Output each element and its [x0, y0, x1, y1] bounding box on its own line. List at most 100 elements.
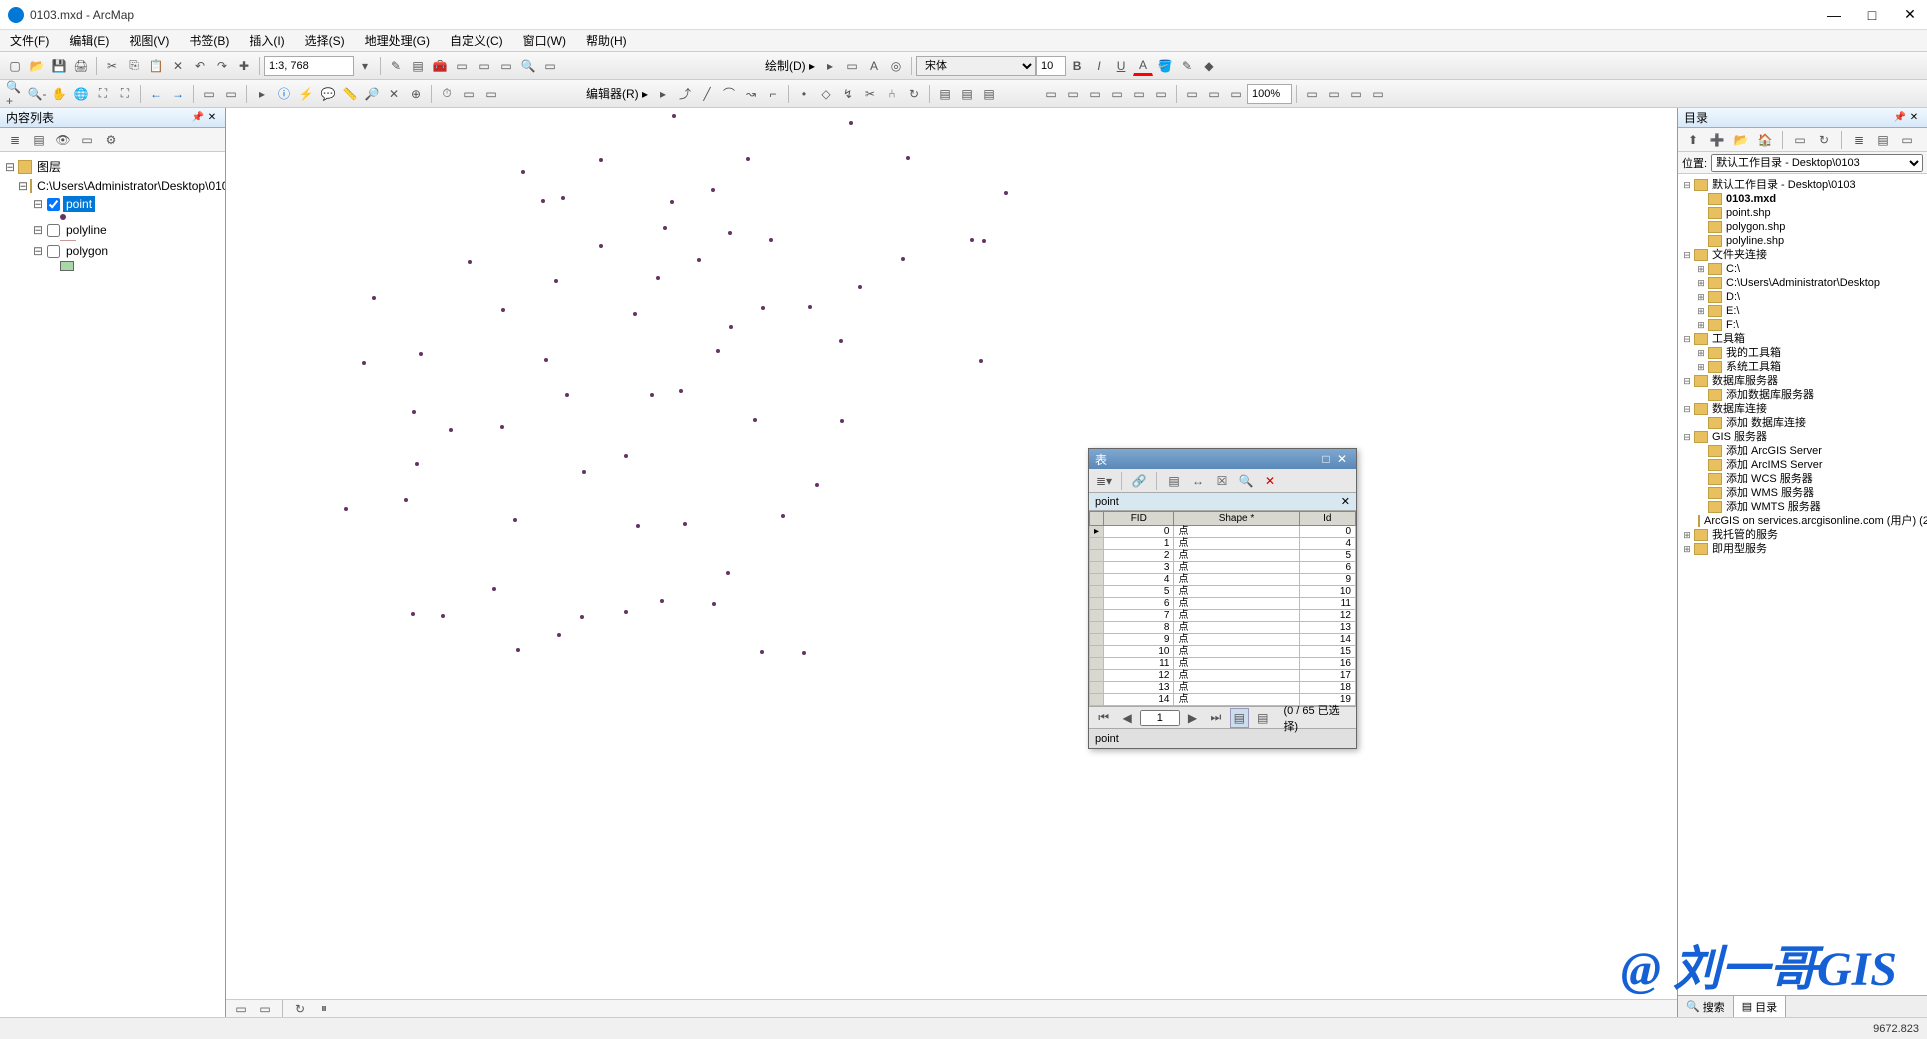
georef-icon[interactable]: ▭	[1085, 84, 1105, 104]
copy-icon[interactable]: ⎘	[124, 56, 144, 76]
table-row[interactable]: 11点16	[1090, 658, 1356, 670]
bold-button[interactable]: B	[1067, 56, 1087, 76]
split-icon[interactable]: ⑃	[882, 84, 902, 104]
toc-close-icon[interactable]: ✕	[205, 111, 219, 125]
table-row[interactable]: 4点9	[1090, 574, 1356, 586]
data-driven-icon[interactable]: ▭	[1302, 84, 1322, 104]
expand-toggle-icon[interactable]: ⊞	[1696, 262, 1706, 276]
table-row[interactable]: 12点17	[1090, 670, 1356, 682]
select-by-attributes-icon[interactable]: ▤	[1164, 471, 1184, 491]
point-icon[interactable]: •	[794, 84, 814, 104]
map-point[interactable]	[906, 156, 910, 160]
map-point[interactable]	[663, 226, 667, 230]
menu-view[interactable]: 视图(V)	[125, 30, 173, 51]
list-by-source-icon[interactable]: ▤	[29, 130, 49, 150]
catalog-node[interactable]: 添加 数据库连接	[1682, 416, 1923, 430]
menu-selection[interactable]: 选择(S)	[301, 30, 349, 51]
map-point[interactable]	[541, 199, 545, 203]
catalog-tree[interactable]: ⊟默认工作目录 - Desktop\01030103.mxdpoint.shpp…	[1678, 174, 1927, 995]
catalog-pin-icon[interactable]: 📌	[1893, 111, 1907, 125]
expand-toggle-icon[interactable]: ⊟	[1682, 248, 1692, 262]
table-row[interactable]: 5点10	[1090, 586, 1356, 598]
catalog-node[interactable]: ArcGIS on services.arcgisonline.com (用户)…	[1682, 514, 1923, 528]
catalog-node[interactable]: 添加 WCS 服务器	[1682, 472, 1923, 486]
current-record-input[interactable]	[1140, 710, 1180, 726]
table-row[interactable]: 9点14	[1090, 634, 1356, 646]
redo-icon[interactable]: ↷	[212, 56, 232, 76]
options-icon[interactable]: ⚙	[101, 130, 121, 150]
up-icon[interactable]: ⬆	[1683, 130, 1703, 150]
next-record-icon[interactable]: ▶	[1183, 708, 1202, 728]
menu-insert[interactable]: 插入(I)	[245, 30, 288, 51]
close-button[interactable]: ✕	[1901, 6, 1919, 24]
map-point[interactable]	[521, 170, 525, 174]
map-point[interactable]	[580, 615, 584, 619]
catalog-node[interactable]: 添加 ArcIMS Server	[1682, 458, 1923, 472]
map-point[interactable]	[516, 648, 520, 652]
menu-bookmarks[interactable]: 书签(B)	[185, 30, 233, 51]
toolbox-icon[interactable]: 🧰	[430, 56, 450, 76]
font-color-icon[interactable]: A	[1133, 56, 1153, 76]
draw-toolbar-label[interactable]: 绘制(D) ▸	[765, 57, 815, 74]
map-point[interactable]	[344, 507, 348, 511]
expand-toggle-icon[interactable]: ⊞	[1696, 290, 1706, 304]
map-point[interactable]	[979, 359, 983, 363]
georef-icon[interactable]: ▭	[1129, 84, 1149, 104]
map-point[interactable]	[557, 633, 561, 637]
menu-customize[interactable]: 自定义(C)	[446, 30, 507, 51]
font-size-input[interactable]	[1036, 56, 1066, 76]
catalog-node[interactable]: 添加 WMTS 服务器	[1682, 500, 1923, 514]
menu-geoprocessing[interactable]: 地理处理(G)	[361, 30, 434, 51]
list-by-visibility-icon[interactable]: 👁	[53, 130, 73, 150]
map-point[interactable]	[970, 238, 974, 242]
text-icon[interactable]: A	[864, 56, 884, 76]
menu-windows[interactable]: 窗口(W)	[519, 30, 570, 51]
map-point[interactable]	[599, 244, 603, 248]
catalog-tab-catalog[interactable]: ▤ 目录	[1734, 996, 1786, 1017]
table-row[interactable]: 8点13	[1090, 622, 1356, 634]
catalog-node[interactable]: ⊞C:\	[1682, 262, 1923, 276]
line-color-icon[interactable]: ✎	[1177, 56, 1197, 76]
tree-view-icon[interactable]: ≣	[1849, 130, 1869, 150]
expand-toggle-icon[interactable]: ⊞	[1696, 276, 1706, 290]
cut-polygons-icon[interactable]: ✂	[860, 84, 880, 104]
georef-icon[interactable]: ▭	[1107, 84, 1127, 104]
open-icon[interactable]: 📂	[27, 56, 47, 76]
last-record-icon[interactable]: ⏭	[1206, 708, 1225, 728]
table-row[interactable]: 1点4	[1090, 538, 1356, 550]
undo-icon[interactable]: ↶	[190, 56, 210, 76]
map-point[interactable]	[544, 358, 548, 362]
layer-label[interactable]: point	[63, 196, 95, 212]
table-row[interactable]: 2点5	[1090, 550, 1356, 562]
layout-zoom-input[interactable]	[1247, 84, 1292, 104]
fill-color-icon[interactable]: 🪣	[1155, 56, 1175, 76]
editor-label[interactable]: 编辑器(R) ▸	[586, 85, 648, 102]
expand-toggle-icon[interactable]: ⊟	[32, 244, 44, 258]
catalog-tab-search[interactable]: 🔍 搜索	[1678, 996, 1734, 1017]
map-point[interactable]	[362, 361, 366, 365]
catalog-node[interactable]: point.shp	[1682, 206, 1923, 220]
layout-icon[interactable]: ▭	[1182, 84, 1202, 104]
map-point[interactable]	[781, 514, 785, 518]
select-element-icon[interactable]: ▸	[820, 56, 840, 76]
toc-layer-polygon[interactable]: ⊟ polygon	[4, 242, 221, 260]
delete-selected-icon[interactable]: ✕	[1260, 471, 1280, 491]
menu-help[interactable]: 帮助(H)	[582, 30, 631, 51]
expand-toggle-icon[interactable]: ⊟	[1682, 332, 1692, 346]
map-point[interactable]	[449, 428, 453, 432]
layer-label[interactable]: polyline	[63, 222, 110, 238]
expand-toggle-icon[interactable]: ⊟	[1682, 430, 1692, 444]
map-point[interactable]	[815, 483, 819, 487]
layer-label[interactable]: polygon	[63, 243, 111, 259]
map-point[interactable]	[404, 498, 408, 502]
rectangle-icon[interactable]: ▭	[842, 56, 862, 76]
map-point[interactable]	[492, 587, 496, 591]
catalog-node[interactable]: ⊟数据库连接	[1682, 402, 1923, 416]
catalog-node[interactable]: ⊟文件夹连接	[1682, 248, 1923, 262]
zoom-out-icon[interactable]: 🔍-	[27, 84, 47, 104]
map-point[interactable]	[500, 425, 504, 429]
options-icon[interactable]: ▤	[1873, 130, 1893, 150]
map-point[interactable]	[1004, 191, 1008, 195]
catalog-node[interactable]: 添加 WMS 服务器	[1682, 486, 1923, 500]
forward-icon[interactable]: →	[168, 84, 188, 104]
